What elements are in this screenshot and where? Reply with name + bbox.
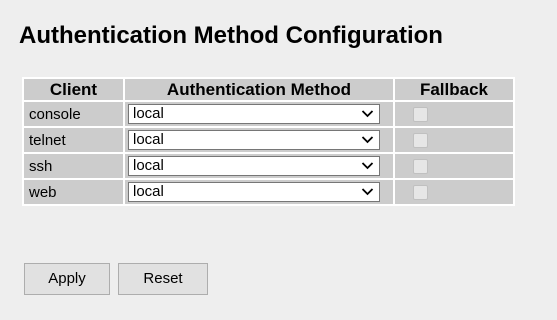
- fallback-checkbox[interactable]: [413, 132, 428, 148]
- client-cell: console: [24, 102, 123, 126]
- method-cell: local: [125, 180, 393, 204]
- select-value: local: [133, 157, 164, 174]
- fallback-cell: [395, 180, 513, 204]
- method-cell: local: [125, 128, 393, 152]
- method-cell: local: [125, 102, 393, 126]
- auth-method-select[interactable]: local: [128, 130, 380, 150]
- auth-method-table: Client Authentication Method Fallback co…: [22, 77, 515, 206]
- reset-button[interactable]: Reset: [118, 263, 208, 295]
- client-cell: telnet: [24, 128, 123, 152]
- table-row: telnet local: [24, 128, 513, 152]
- table-row: ssh local: [24, 154, 513, 178]
- chevron-down-icon: [361, 162, 374, 170]
- page-title: Authentication Method Configuration: [19, 22, 443, 49]
- fallback-cell: [395, 102, 513, 126]
- column-header-method: Authentication Method: [125, 79, 393, 100]
- table-row: web local: [24, 180, 513, 204]
- select-value: local: [133, 131, 164, 148]
- chevron-down-icon: [361, 110, 374, 118]
- apply-button[interactable]: Apply: [24, 263, 110, 295]
- method-cell: local: [125, 154, 393, 178]
- select-value: local: [133, 105, 164, 122]
- select-value: local: [133, 183, 164, 200]
- column-header-fallback: Fallback: [395, 79, 513, 100]
- chevron-down-icon: [361, 188, 374, 196]
- auth-method-select[interactable]: local: [128, 156, 380, 176]
- fallback-checkbox[interactable]: [413, 184, 428, 200]
- auth-method-select[interactable]: local: [128, 104, 380, 124]
- table-row: console local: [24, 102, 513, 126]
- fallback-cell: [395, 154, 513, 178]
- client-cell: web: [24, 180, 123, 204]
- fallback-checkbox[interactable]: [413, 158, 428, 174]
- auth-method-select[interactable]: local: [128, 182, 380, 202]
- fallback-checkbox[interactable]: [413, 106, 428, 122]
- fallback-cell: [395, 128, 513, 152]
- table-header-row: Client Authentication Method Fallback: [24, 79, 513, 100]
- column-header-client: Client: [24, 79, 123, 100]
- chevron-down-icon: [361, 136, 374, 144]
- page: Authentication Method Configuration Clie…: [0, 0, 557, 320]
- client-cell: ssh: [24, 154, 123, 178]
